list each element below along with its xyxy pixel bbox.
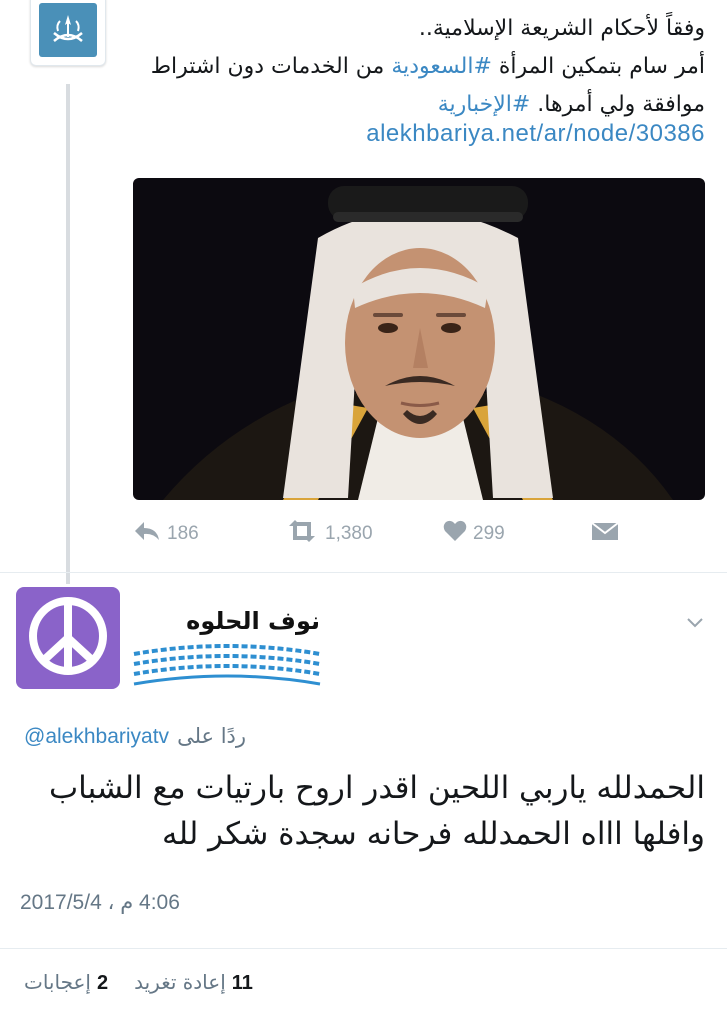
tweet-text: وفقاً لأحكام الشريعة الإسلامية.. أمر سام… (105, 10, 705, 124)
account-avatar[interactable] (30, 0, 106, 66)
like-count: 299 (473, 523, 505, 544)
envelope-icon (591, 520, 619, 548)
likes-label: إعجابات (24, 970, 91, 994)
replying-label: ردًا على (177, 724, 247, 748)
tweet-text-segment: من الخدمات دون اشتراط (150, 54, 392, 79)
hashtag-link[interactable]: #السعودية (391, 54, 492, 79)
retweets-count: 11 (231, 972, 253, 994)
likes-count: 2 (96, 972, 109, 994)
tweet-text-segment: موافقة ولي أمرها. (530, 92, 705, 117)
replying-to: @alekhbariyatv ردًا على (24, 724, 246, 749)
retweets-label: إعادة تغريد (134, 970, 226, 994)
retweet-count: 1,380 (325, 523, 373, 544)
reply-count: 186 (167, 523, 199, 544)
replying-handle[interactable]: @alekhbariyatv (24, 725, 169, 749)
engagement-stats: 11إعادة تغريد 2إعجابات (24, 970, 253, 995)
like-button[interactable]: 299 (443, 520, 505, 548)
message-button[interactable] (591, 520, 619, 548)
retweet-icon (285, 520, 319, 548)
divider (0, 572, 727, 573)
author-name[interactable]: نوف الحلوه (130, 607, 320, 635)
hashtag-link[interactable]: #الإخبارية (438, 92, 531, 117)
name-decoration (132, 640, 322, 694)
reply-button[interactable]: 186 (133, 520, 199, 548)
retweet-button[interactable]: 1,380 (285, 520, 373, 548)
retweets-stat[interactable]: 11إعادة تغريد (134, 970, 253, 995)
logo-icon (39, 3, 97, 57)
likes-stat[interactable]: 2إعجابات (24, 970, 108, 995)
tweet-text-segment: أمر سام بتمكين المرأة (491, 54, 705, 79)
chevron-down-icon[interactable] (686, 610, 704, 634)
reply-text: الحمدلله ياربي اللحين اقدر اروح بارتيات … (48, 770, 705, 852)
url-link[interactable]: alekhbariya.net/ar/node/30386 (366, 120, 705, 148)
reply-icon (133, 520, 161, 548)
thread-line (66, 84, 70, 584)
tweet-photo[interactable] (133, 178, 705, 500)
tweet-actions: 186 1,380 299 (133, 520, 623, 552)
user-avatar[interactable] (16, 587, 120, 689)
tweet-line: أمر سام بتمكين المرأة #السعودية من الخدم… (105, 48, 705, 86)
divider (0, 948, 727, 949)
timestamp: 4:06 م ، 2017/5/4 (20, 891, 180, 914)
heart-icon (443, 520, 467, 548)
peace-icon (26, 594, 110, 682)
tweet-line: موافقة ولي أمرها. #الإخبارية (105, 86, 705, 124)
tweet-line: وفقاً لأحكام الشريعة الإسلامية.. (418, 16, 705, 41)
